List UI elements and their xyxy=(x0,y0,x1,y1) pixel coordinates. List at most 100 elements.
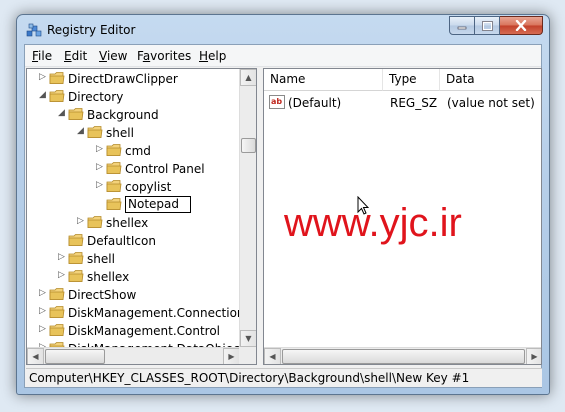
tree-item-label: DirectDrawClipper xyxy=(68,72,178,86)
close-button[interactable] xyxy=(500,16,543,35)
window-controls xyxy=(449,16,543,35)
tree-item[interactable]: ▷ cmd xyxy=(27,142,240,160)
chevron-down-icon: ▼ xyxy=(245,334,252,343)
folder-icon xyxy=(106,198,122,210)
tree-item[interactable]: ▷ Control Panel xyxy=(27,160,240,178)
scrollbar-corner xyxy=(239,347,256,364)
collapse-arrow-icon[interactable]: ◢ xyxy=(39,91,48,100)
folder-icon xyxy=(106,144,122,156)
expand-arrow-icon[interactable]: ▷ xyxy=(77,217,86,226)
expand-arrow-icon[interactable]: ▷ xyxy=(39,289,48,298)
expand-arrow-icon[interactable]: ▷ xyxy=(58,271,67,280)
tree-item-label: shell xyxy=(106,126,134,140)
tree-item[interactable]: ▷ DirectShow xyxy=(27,286,240,304)
value-name: (Default) xyxy=(288,96,342,110)
tree-item[interactable]: ▷ DiskManagement.Connection xyxy=(27,304,245,322)
tree-item-label: Directory xyxy=(68,90,124,104)
folder-icon xyxy=(106,180,122,192)
folder-icon xyxy=(68,108,84,120)
folder-icon xyxy=(68,270,84,282)
menu-help[interactable]: Help xyxy=(199,49,226,63)
expand-arrow-icon[interactable]: ▷ xyxy=(39,325,48,334)
tree-item[interactable]: ▷ DiskManagement.Control xyxy=(27,322,240,340)
tree-item-label: shell xyxy=(87,252,115,266)
tree-vertical-scrollbar[interactable]: ▲ ▼ xyxy=(239,69,256,347)
maximize-icon xyxy=(481,20,493,31)
menu-edit[interactable]: Edit xyxy=(64,49,87,63)
chevron-right-icon: ▶ xyxy=(531,352,538,361)
column-header-data[interactable]: Data xyxy=(440,69,541,91)
scroll-down-button[interactable]: ▼ xyxy=(240,330,256,347)
list-horizontal-scrollbar[interactable]: ◀ ▶ xyxy=(264,347,541,364)
chevron-up-icon: ▲ xyxy=(245,73,252,82)
tree-item[interactable]: Notepad xyxy=(27,196,240,214)
title-bar[interactable]: Registry Editor xyxy=(17,15,549,45)
expand-arrow-icon[interactable] xyxy=(58,235,67,244)
menu-favorites[interactable]: Favorites xyxy=(137,49,191,63)
column-header-name[interactable]: Name xyxy=(264,69,383,91)
tree-item[interactable]: DefaultIcon xyxy=(27,232,240,250)
menu-file[interactable]: File xyxy=(32,49,52,63)
current-key-path: Computer\HKEY_CLASSES_ROOT\Directory\Bac… xyxy=(29,371,470,385)
expand-arrow-icon[interactable] xyxy=(96,199,105,208)
tree-item-label: DirectShow xyxy=(68,288,137,302)
scroll-right-button[interactable]: ▶ xyxy=(223,348,240,364)
folder-icon xyxy=(87,126,103,138)
tree-item[interactable]: ◢ shell xyxy=(27,124,240,142)
tree-item-label: copylist xyxy=(125,180,172,194)
value-data: (value not set) xyxy=(447,96,535,110)
folder-icon xyxy=(49,288,65,300)
tree-item[interactable]: ▷ shell xyxy=(27,250,240,268)
tree-horizontal-scroll-thumb[interactable] xyxy=(45,349,105,364)
tree-item[interactable]: ◢ Directory xyxy=(27,88,240,106)
scroll-up-button[interactable]: ▲ xyxy=(240,69,256,86)
tree-item-label: shellex xyxy=(87,270,130,284)
chevron-left-icon: ◀ xyxy=(32,352,39,361)
tree-item-label: cmd xyxy=(125,144,151,158)
folder-icon xyxy=(106,162,122,174)
status-bar: Computer\HKEY_CLASSES_ROOT\Directory\Bac… xyxy=(26,368,542,387)
tree-horizontal-scrollbar[interactable]: ◀ ▶ xyxy=(27,347,240,364)
scroll-right-button[interactable]: ▶ xyxy=(526,348,541,364)
expand-arrow-icon[interactable]: ▷ xyxy=(96,163,105,172)
expand-arrow-icon[interactable]: ▷ xyxy=(96,145,105,154)
tree-item[interactable]: ▷ copylist xyxy=(27,178,240,196)
tree-item[interactable]: ◢ Background xyxy=(27,106,240,124)
tree-vertical-scroll-thumb[interactable] xyxy=(241,138,256,153)
scroll-left-button[interactable]: ◀ xyxy=(27,348,44,364)
folder-icon xyxy=(49,72,65,84)
expand-arrow-icon[interactable]: ▷ xyxy=(39,307,48,316)
tree-item-label: DiskManagement.Connection xyxy=(68,306,245,320)
tree-item-label: DiskManagement.Control xyxy=(68,324,221,338)
list-item[interactable]: ab (Default) REG_SZ (value not set) xyxy=(264,94,541,112)
minimize-button[interactable] xyxy=(449,16,475,35)
collapse-arrow-icon[interactable]: ◢ xyxy=(58,109,67,118)
list-horizontal-scroll-thumb[interactable] xyxy=(282,349,525,364)
column-header-type[interactable]: Type xyxy=(383,69,440,91)
expand-arrow-icon[interactable]: ▷ xyxy=(58,253,67,262)
registry-editor-app-icon xyxy=(26,23,42,37)
window-title: Registry Editor xyxy=(47,23,136,37)
values-list[interactable]: Name Type Data ab (Default) REG_SZ (valu… xyxy=(263,68,542,365)
collapse-arrow-icon[interactable]: ◢ xyxy=(77,127,86,136)
value-type: REG_SZ xyxy=(390,96,438,110)
menu-view[interactable]: View xyxy=(99,49,127,63)
expand-arrow-icon[interactable]: ▷ xyxy=(39,73,48,82)
expand-arrow-icon[interactable]: ▷ xyxy=(96,181,105,190)
tree-item[interactable]: ▷ shellex xyxy=(27,214,240,232)
tree-item-label: Control Panel xyxy=(125,162,205,176)
scroll-left-button[interactable]: ◀ xyxy=(264,348,281,364)
folder-icon xyxy=(49,90,65,102)
tree-item[interactable]: ▷ shellex xyxy=(27,268,240,286)
menu-bar: File Edit View Favorites Help xyxy=(25,45,541,67)
watermark-text: www.yjc.ir xyxy=(284,201,462,245)
tree-item-label: shellex xyxy=(106,216,149,230)
maximize-button[interactable] xyxy=(475,16,500,35)
chevron-left-icon: ◀ xyxy=(269,352,276,361)
rename-key-input[interactable]: Notepad xyxy=(125,196,191,213)
registry-key-tree[interactable]: ▷ DirectDrawClipper ◢ Directory ◢ Background ◢… xyxy=(26,68,257,365)
tree-item-label: DefaultIcon xyxy=(87,234,156,248)
tree-item[interactable]: ▷ DirectDrawClipper xyxy=(27,70,240,88)
client-area: File Edit View Favorites Help ▷ DirectDra… xyxy=(24,44,542,388)
folder-icon xyxy=(49,306,65,318)
